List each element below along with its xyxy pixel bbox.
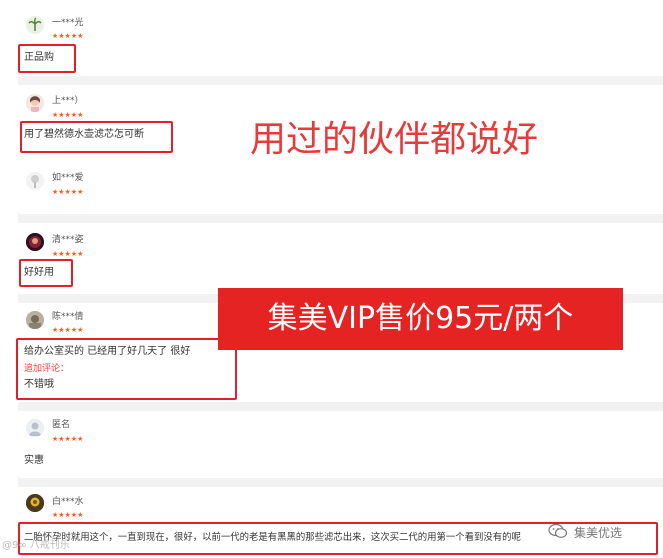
avatar[interactable] — [26, 94, 44, 112]
price-banner: 集美VIP售价95元/两个 — [218, 288, 623, 350]
avatar[interactable] — [26, 233, 44, 251]
divider — [18, 402, 663, 411]
watermark-right: 集美优选 — [574, 526, 623, 540]
star-rating: ★★★★★ — [52, 32, 84, 40]
avatar[interactable] — [26, 172, 44, 190]
username: 上***） — [52, 96, 84, 106]
star-rating: ★★★★★ — [52, 511, 84, 519]
divider — [18, 214, 663, 223]
username: 清***姿 — [52, 235, 84, 245]
username: 陈***倩 — [52, 312, 84, 322]
star-rating: ★★★★★ — [52, 188, 84, 196]
star-rating: ★★★★★ — [52, 250, 84, 258]
avatar[interactable] — [26, 16, 44, 34]
divider — [18, 76, 663, 85]
highlight-box — [19, 259, 73, 287]
highlight-box — [18, 44, 76, 73]
review-text: 实惠 — [24, 455, 44, 466]
highlight-box — [20, 121, 173, 153]
avatar[interactable] — [26, 494, 44, 512]
username: 匿名 — [52, 420, 71, 430]
highlight-box — [16, 338, 237, 400]
username: 白***水 — [52, 497, 84, 507]
star-rating: ★★★★★ — [52, 435, 84, 443]
avatar[interactable] — [26, 311, 44, 329]
promo-headline: 用过的伙伴都说好 — [250, 119, 539, 160]
wechat-icon — [548, 523, 568, 543]
watermark-left: @9∞ 八戒刊乐 — [2, 540, 70, 551]
avatar[interactable] — [26, 419, 44, 437]
divider — [18, 478, 663, 487]
username: 如***爱 — [52, 173, 84, 183]
star-rating: ★★★★★ — [52, 111, 84, 119]
star-rating: ★★★★★ — [52, 326, 84, 334]
username: 一***光 — [52, 18, 84, 28]
